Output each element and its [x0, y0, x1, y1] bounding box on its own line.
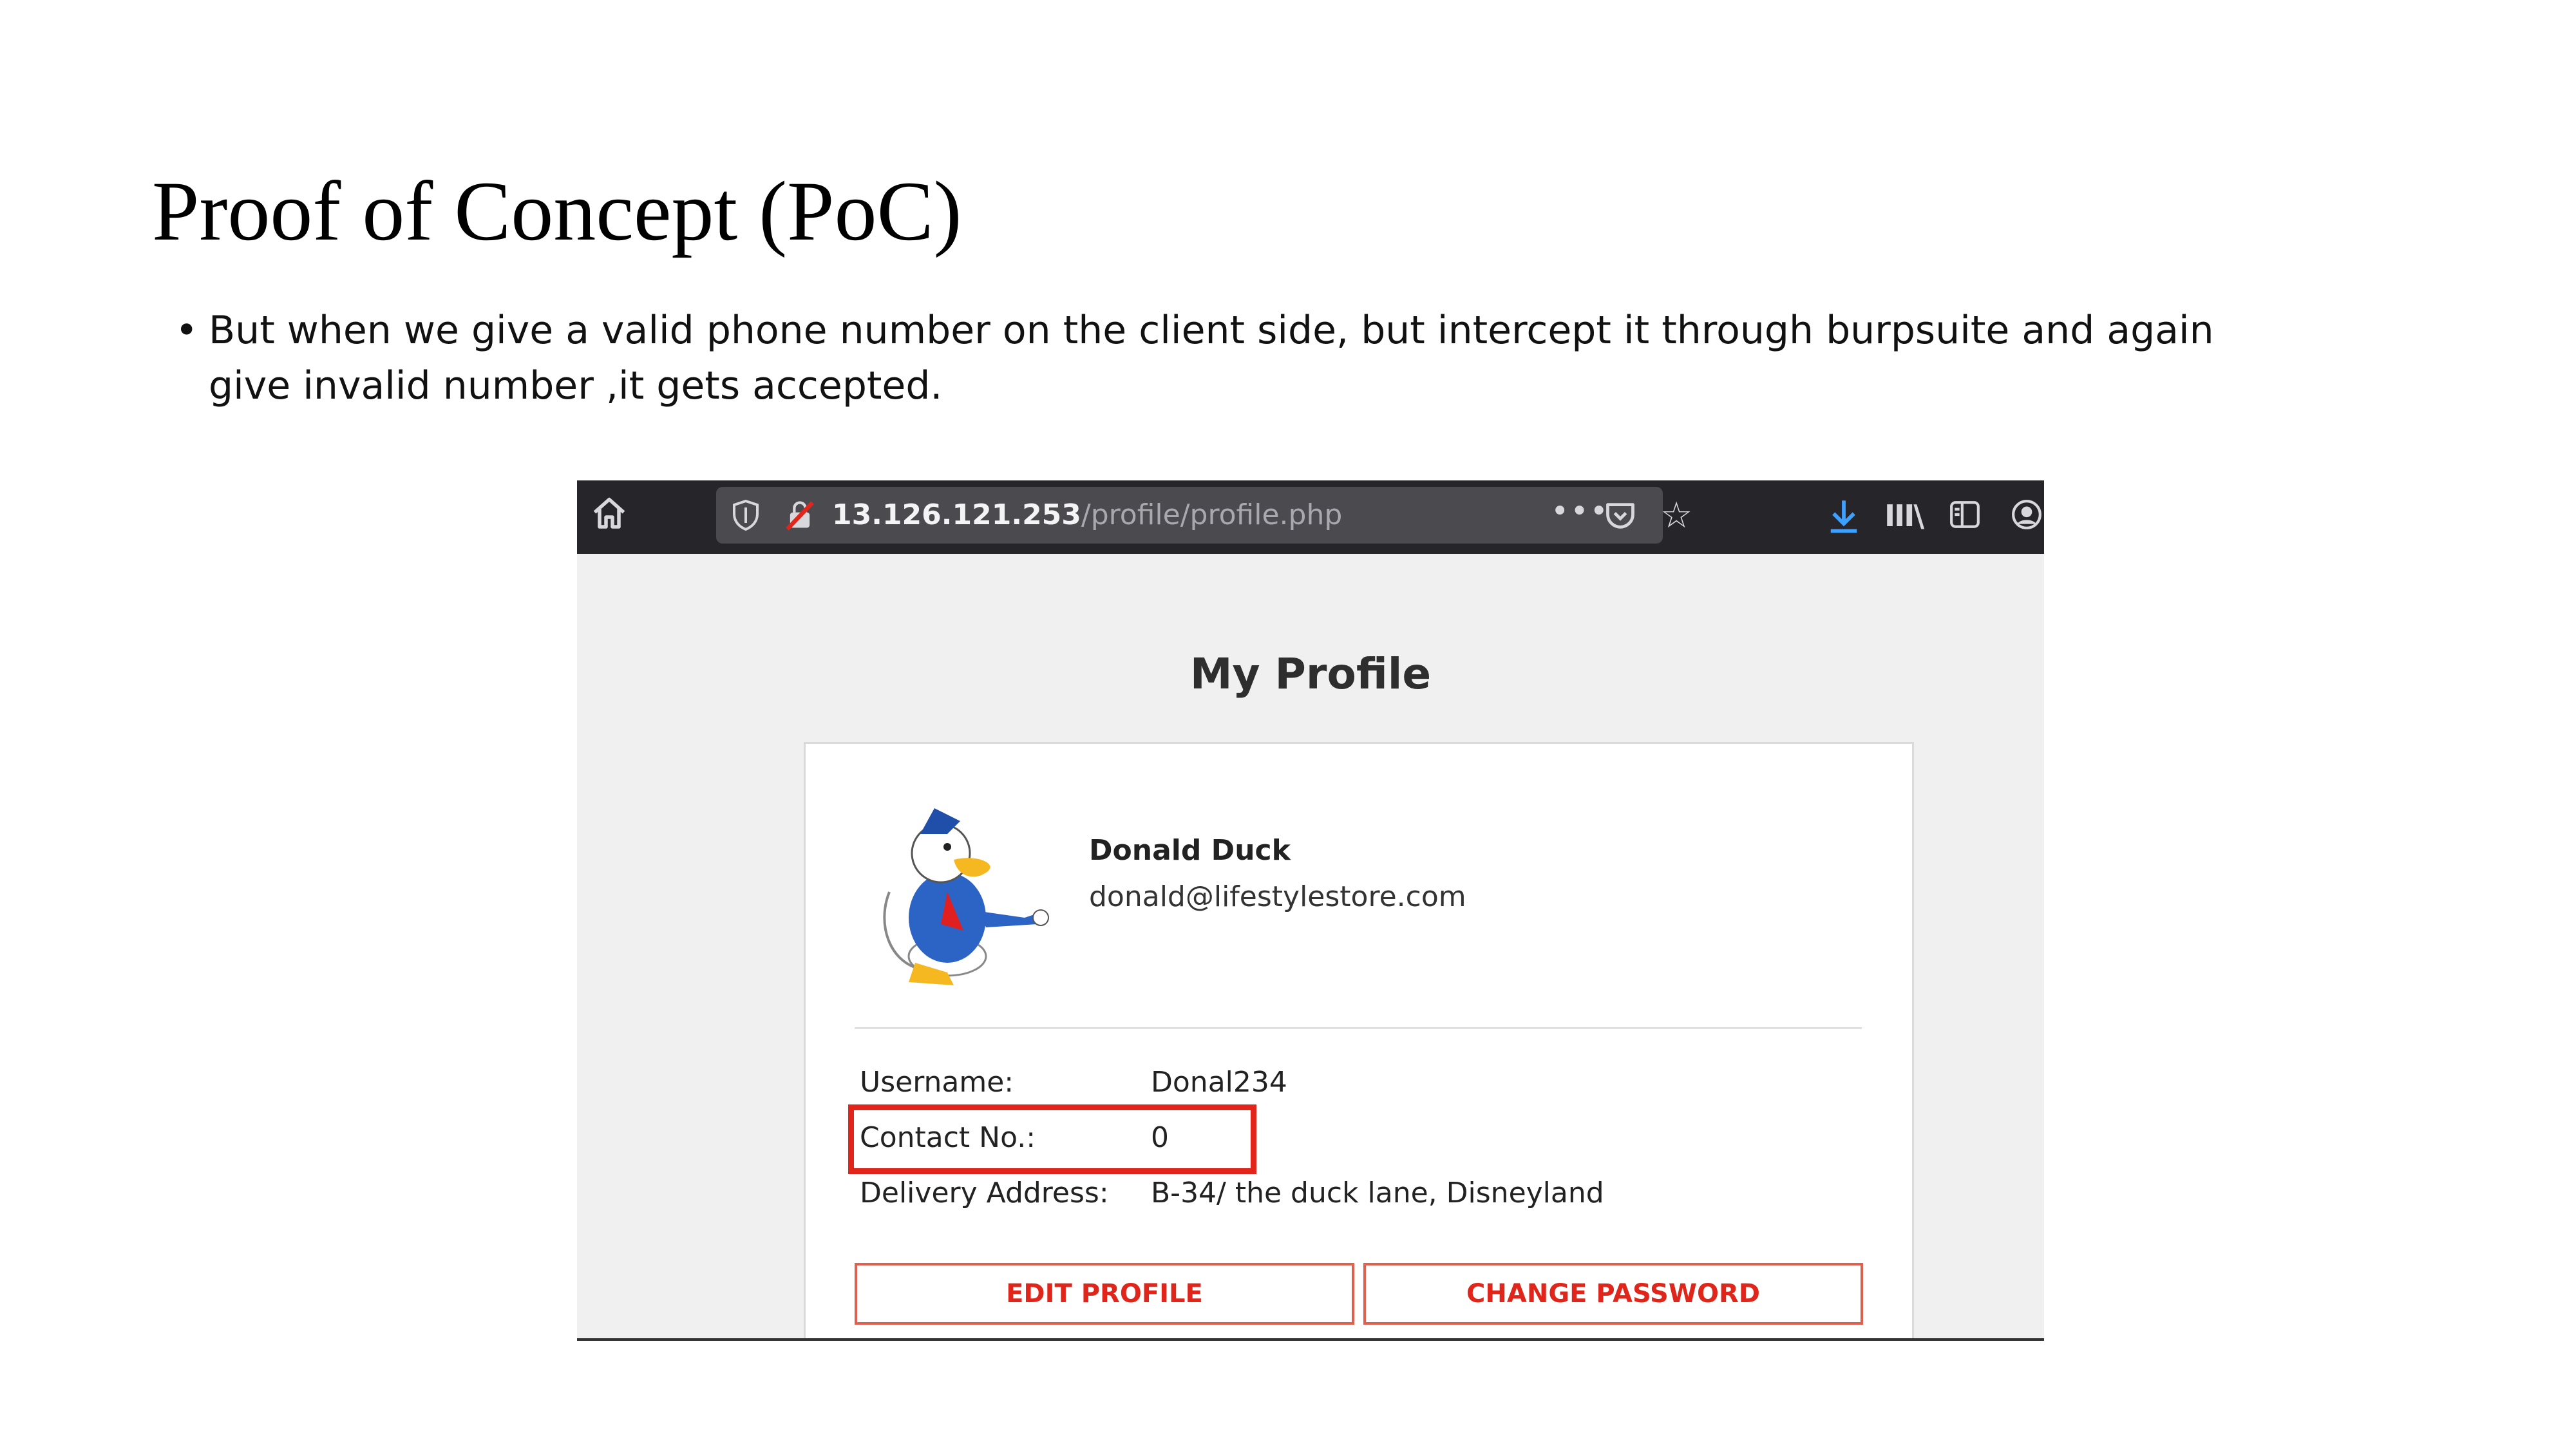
- download-icon[interactable]: [1826, 497, 1861, 536]
- username-value: Donal234: [1151, 1066, 1287, 1099]
- slide-title: Proof of Concept (PoC): [152, 164, 962, 258]
- contact-highlight-box: [848, 1104, 1256, 1174]
- browser-toolbar: 13.126.121.253/profile/profile.php ••• ☆…: [577, 480, 2044, 554]
- home-icon[interactable]: [590, 495, 629, 533]
- library-icon[interactable]: III\: [1884, 498, 1924, 533]
- account-icon[interactable]: [2011, 498, 2043, 531]
- avatar: [851, 795, 1057, 989]
- user-name: Donald Duck: [1089, 834, 1291, 867]
- username-label: Username:: [860, 1066, 1014, 1099]
- user-email: donald@lifestylestore.com: [1089, 880, 1466, 913]
- change-password-button[interactable]: CHANGE PASSWORD: [1363, 1263, 1863, 1325]
- url-bar[interactable]: 13.126.121.253/profile/profile.php ••• ☆: [716, 487, 1692, 544]
- profile-card: Donald Duck donald@lifestylestore.com Us…: [804, 742, 1914, 1338]
- url-host: 13.126.121.253: [832, 498, 1081, 531]
- bullet-text: But when we give a valid phone number on…: [209, 308, 2214, 408]
- sidebar-icon[interactable]: [1949, 498, 1981, 531]
- pocket-icon[interactable]: [1604, 500, 1637, 532]
- bookmark-star-icon[interactable]: ☆: [1660, 495, 1692, 536]
- address-value: B-34/ the duck lane, Disneyland: [1151, 1177, 1604, 1209]
- browser-screenshot: 13.126.121.253/profile/profile.php ••• ☆…: [577, 480, 2044, 1341]
- bullet-dot: •: [175, 308, 198, 353]
- url-path: /profile/profile.php: [1081, 498, 1343, 531]
- more-actions-icon[interactable]: •••: [1551, 493, 1609, 529]
- divider: [855, 1027, 1862, 1029]
- edit-profile-button[interactable]: EDIT PROFILE: [855, 1263, 1354, 1325]
- bullet-point: • But when we give a valid phone number …: [175, 303, 2306, 413]
- address-label: Delivery Address:: [860, 1177, 1109, 1209]
- url-text[interactable]: 13.126.121.253/profile/profile.php: [832, 498, 1342, 532]
- insecure-lock-icon[interactable]: [783, 498, 817, 532]
- page-heading: My Profile: [1189, 649, 1432, 699]
- shield-icon[interactable]: [730, 498, 761, 532]
